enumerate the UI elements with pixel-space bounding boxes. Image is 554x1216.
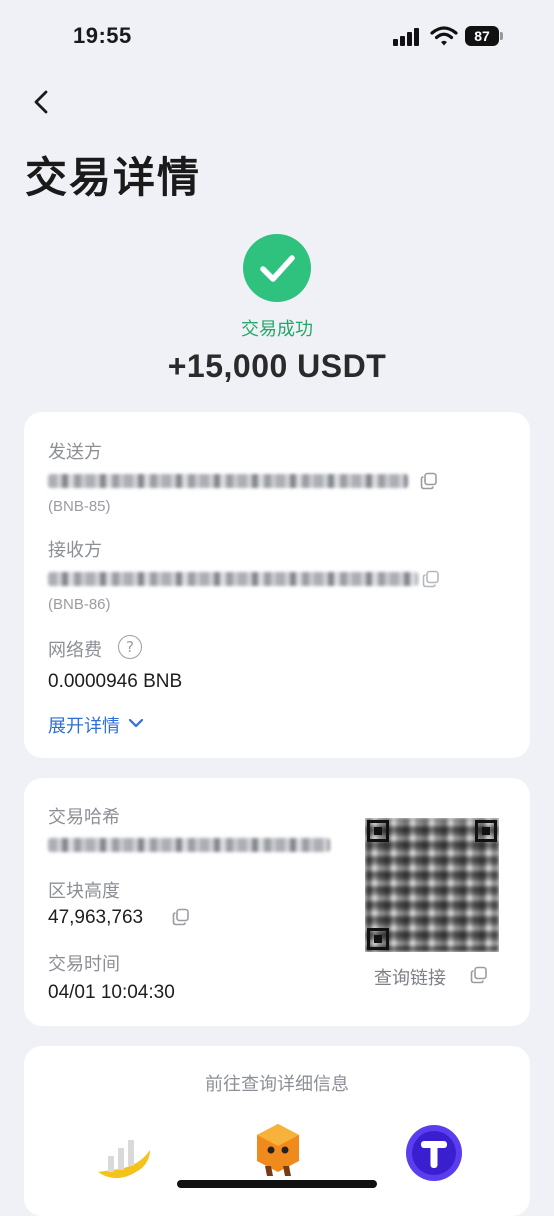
network-fee-label: 网络费: [48, 640, 102, 661]
receiver-address-redacted[interactable]: [48, 572, 418, 586]
page-title: 交易详情: [25, 153, 202, 202]
receiver-label: 接收方: [48, 540, 102, 561]
transaction-status: 交易成功: [241, 319, 313, 340]
qr-finder-pattern: [367, 820, 389, 842]
explorer-logo-bscscan-icon[interactable]: [94, 1128, 152, 1184]
copy-icon[interactable]: [172, 908, 190, 926]
explorer-logo-tokenview-icon[interactable]: [405, 1124, 463, 1182]
expand-details-link[interactable]: 展开详情: [48, 712, 120, 738]
query-link-label[interactable]: 查询链接: [374, 964, 446, 990]
block-height-value: 47,963,763: [48, 907, 144, 928]
battery-icon: 87: [465, 26, 499, 46]
block-height-label: 区块高度: [48, 881, 120, 902]
transaction-amount: +15,000 USDT: [167, 348, 387, 384]
success-check-icon: [243, 234, 311, 302]
status-bar: 19:55 87: [0, 0, 554, 76]
tx-time-value: 04/01 10:04:30: [48, 982, 175, 1003]
sender-label: 发送方: [48, 442, 102, 463]
sender-address-redacted[interactable]: [48, 474, 408, 488]
tx-hash-redacted[interactable]: [48, 838, 330, 852]
copy-icon[interactable]: [422, 570, 440, 588]
tx-hash-label: 交易哈希: [48, 807, 120, 828]
back-arrow-icon[interactable]: [28, 88, 56, 116]
copy-icon[interactable]: [470, 966, 488, 984]
cellular-signal-icon: [393, 28, 423, 46]
qr-code[interactable]: [365, 818, 499, 952]
explorers-title: 前往查询详细信息: [205, 1074, 349, 1095]
copy-icon[interactable]: [420, 472, 438, 490]
help-icon[interactable]: ?: [118, 635, 142, 659]
battery-tip: [500, 32, 503, 40]
chevron-down-icon[interactable]: [127, 717, 145, 731]
explorer-logo-oklink-icon[interactable]: [253, 1122, 303, 1178]
qr-finder-pattern: [367, 928, 389, 950]
tx-time-label: 交易时间: [48, 954, 120, 975]
network-fee-value: 0.0000946 BNB: [48, 671, 183, 692]
receiver-network: (BNB-86): [48, 596, 111, 613]
status-time: 19:55: [73, 23, 132, 48]
home-indicator[interactable]: [177, 1180, 377, 1188]
wifi-icon: [430, 26, 458, 46]
qr-finder-pattern: [475, 820, 497, 842]
sender-network: (BNB-85): [48, 498, 111, 515]
